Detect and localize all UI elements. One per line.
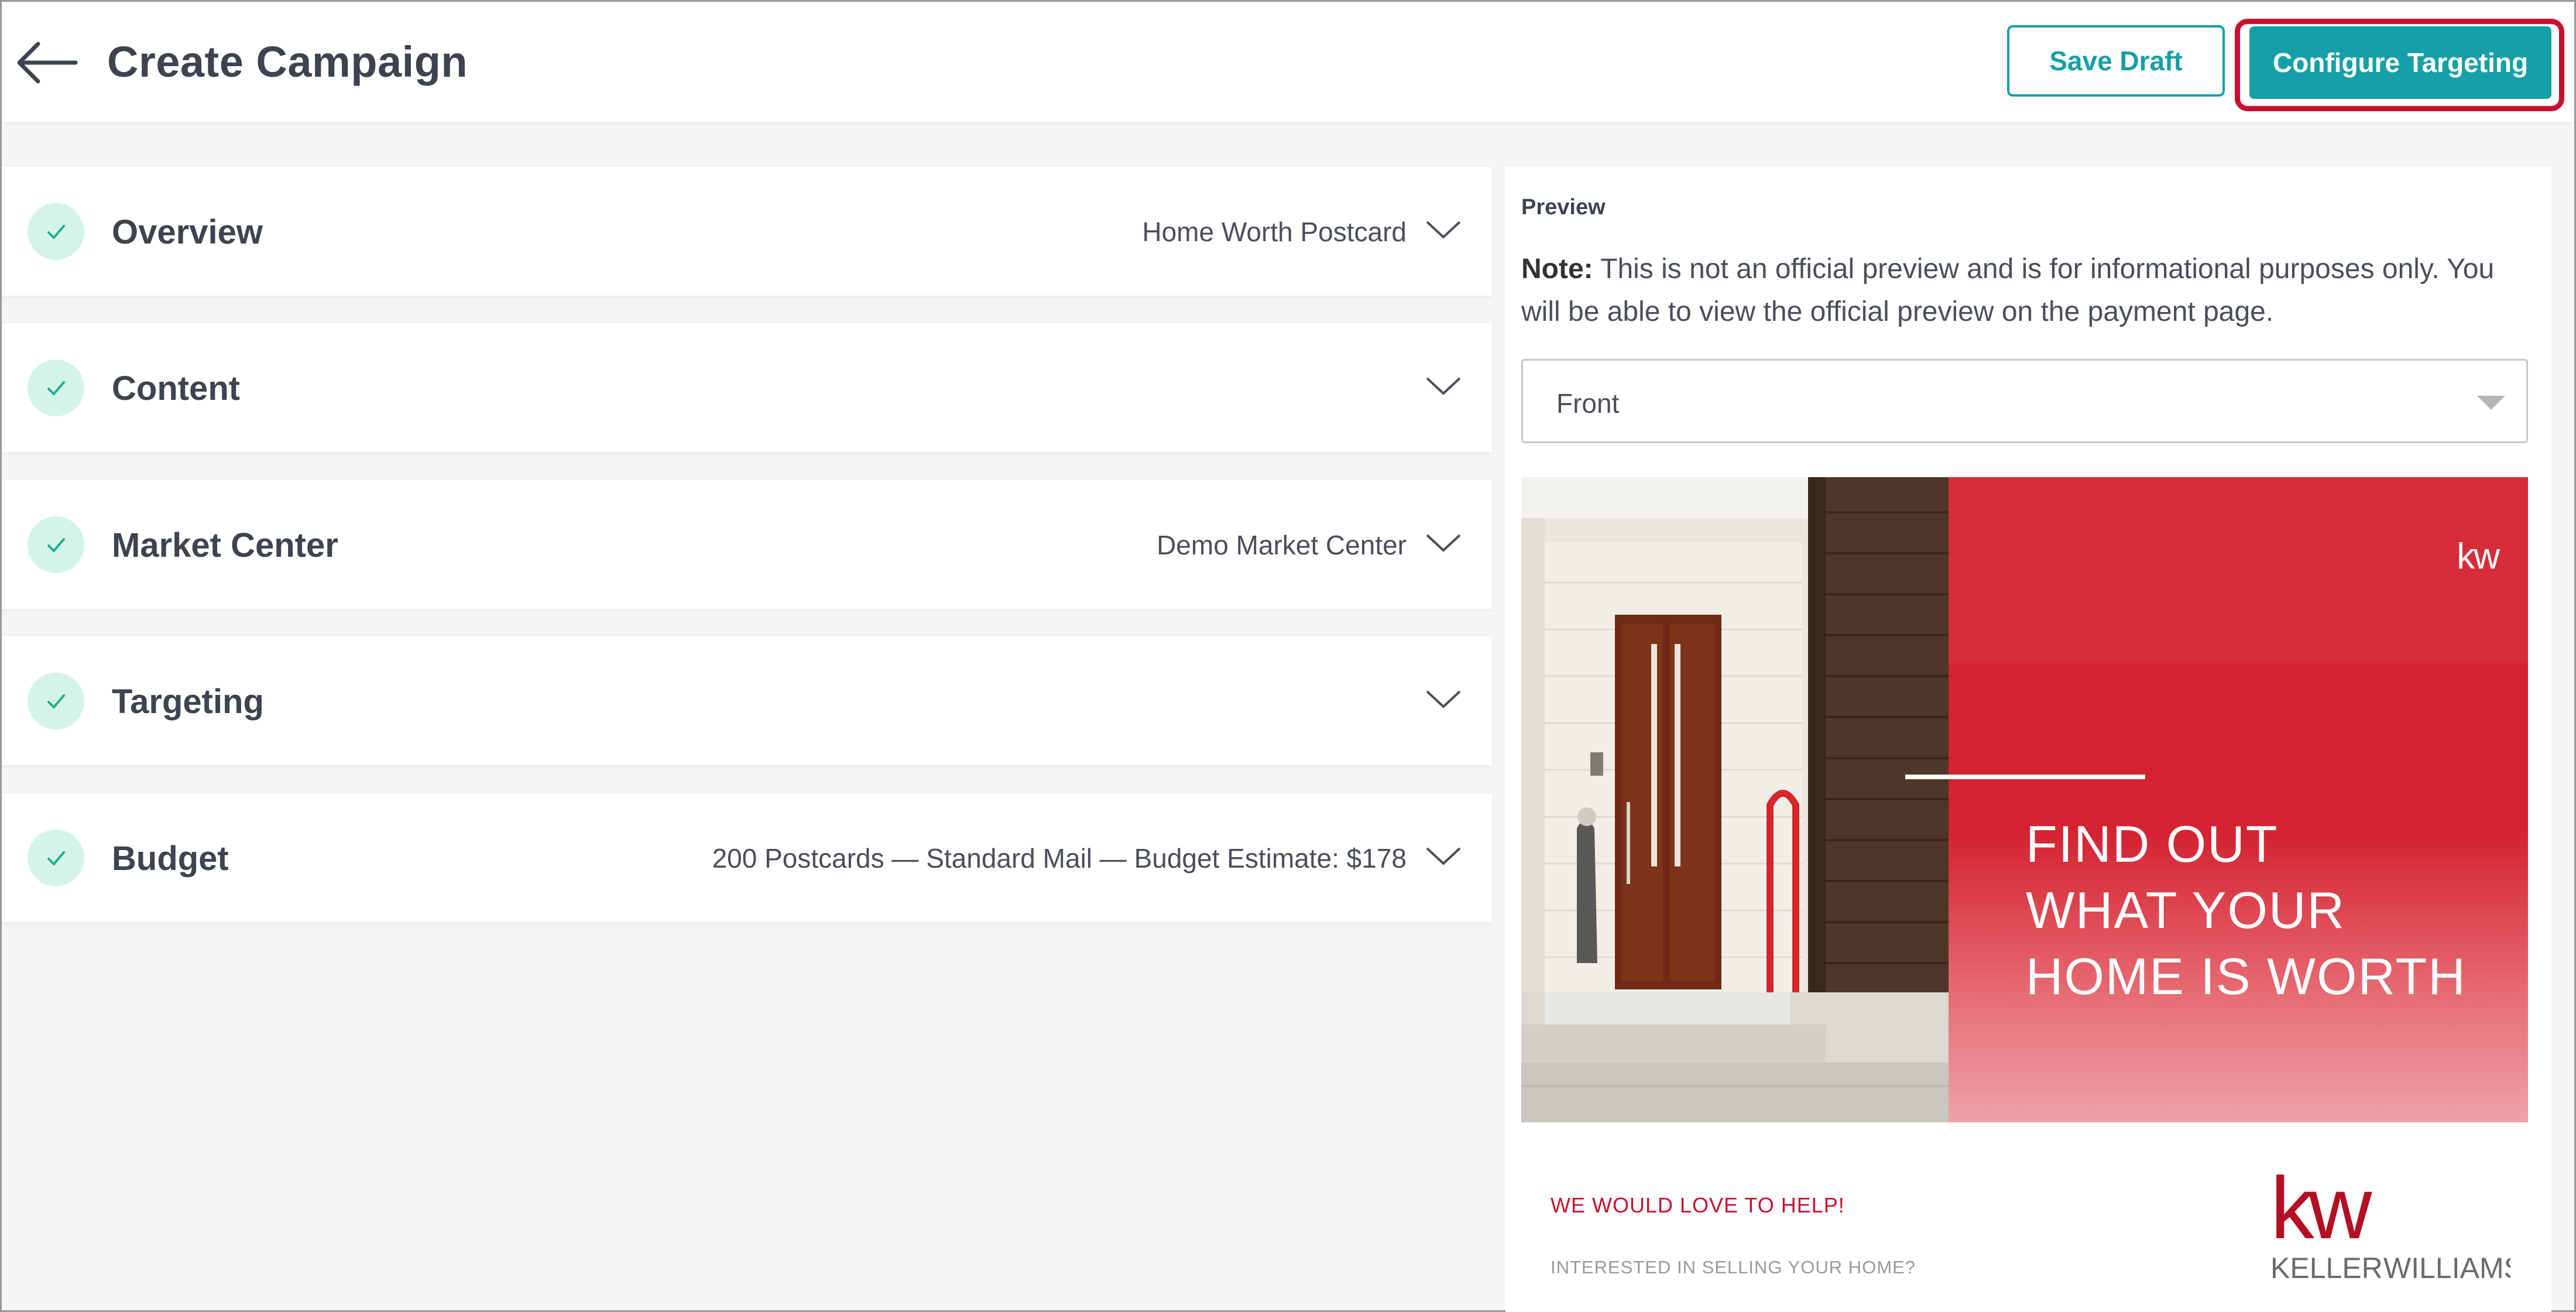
top-bar: Create Campaign Save Draft Configure Tar… bbox=[2, 2, 2574, 122]
section-overview[interactable]: Overview Home Worth Postcard bbox=[2, 167, 1492, 296]
check-icon bbox=[28, 673, 84, 729]
pattern-band bbox=[1949, 477, 2528, 663]
keller-williams-logo: kw KELLER WILLIAMS bbox=[2270, 1169, 2510, 1284]
chevron-down-icon[interactable] bbox=[1425, 846, 1462, 867]
check-icon bbox=[28, 516, 84, 573]
promo-headline: FIND OUT WHAT YOUR HOME IS WORTH bbox=[2026, 811, 2506, 1009]
chevron-down-icon[interactable] bbox=[1425, 376, 1462, 397]
headline-line: FIND OUT bbox=[2026, 815, 2279, 873]
preview-panel: Preview Note: This is not an official pr… bbox=[1505, 167, 2551, 1312]
divider-line bbox=[1905, 775, 2145, 779]
section-summary: Demo Market Center bbox=[1157, 530, 1407, 560]
note-label: Note: bbox=[1521, 254, 1593, 285]
preview-side-select[interactable]: Front bbox=[1521, 359, 2528, 443]
logo-name-left: KELLER bbox=[2270, 1252, 2383, 1284]
check-icon bbox=[28, 359, 84, 416]
chevron-down-icon[interactable] bbox=[1425, 533, 1462, 554]
chevron-down-icon[interactable] bbox=[1425, 689, 1462, 710]
section-title: Market Center bbox=[112, 526, 338, 564]
logo-name-right: WILLIAMS bbox=[2383, 1252, 2510, 1284]
note-text: This is not an official preview and is f… bbox=[1521, 254, 2495, 327]
check-icon bbox=[28, 203, 84, 260]
section-title: Overview bbox=[112, 213, 263, 251]
section-market-center[interactable]: Market Center Demo Market Center bbox=[2, 480, 1492, 609]
kw-small-logo: kw bbox=[2457, 536, 2500, 577]
configure-targeting-button[interactable]: Configure Targeting bbox=[2249, 26, 2551, 99]
select-value: Front bbox=[1556, 388, 1620, 419]
section-summary: Home Worth Postcard bbox=[1142, 217, 1407, 247]
section-summary: 200 Postcards — Standard Mail — Budget E… bbox=[712, 843, 1407, 873]
headline-line: WHAT YOUR bbox=[2026, 881, 2346, 939]
postcard-preview: kw FIND OUT WHAT YOUR HOME IS WORTH WE W… bbox=[1521, 477, 2528, 1308]
section-title: Budget bbox=[112, 840, 229, 878]
help-text: WE WOULD LOVE TO HELP! bbox=[1551, 1193, 1845, 1217]
page-title: Create Campaign bbox=[107, 37, 468, 86]
save-draft-button[interactable]: Save Draft bbox=[2007, 25, 2225, 97]
back-button[interactable] bbox=[15, 38, 79, 87]
section-budget[interactable]: Budget 200 Postcards — Standard Mail — B… bbox=[2, 793, 1492, 922]
house-door-photo bbox=[1521, 477, 1949, 1122]
section-targeting[interactable]: Targeting bbox=[2, 636, 1492, 765]
section-title: Content bbox=[112, 369, 241, 407]
logo-mark: kw bbox=[2270, 1169, 2372, 1257]
check-icon bbox=[28, 830, 84, 886]
promo-panel: kw FIND OUT WHAT YOUR HOME IS WORTH bbox=[1905, 477, 2528, 1122]
section-title: Targeting bbox=[112, 683, 264, 721]
preview-note: Note: This is not an official preview an… bbox=[1521, 248, 2540, 333]
caret-down-icon bbox=[2477, 396, 2505, 410]
chevron-down-icon[interactable] bbox=[1425, 220, 1462, 241]
sub-text: INTERESTED IN SELLING YOUR HOME? bbox=[1551, 1257, 1916, 1277]
section-content[interactable]: Content bbox=[2, 323, 1492, 452]
preview-label: Preview bbox=[1521, 195, 1606, 220]
arrow-left-icon bbox=[17, 42, 78, 84]
headline-line: HOME IS WORTH bbox=[2026, 947, 2467, 1005]
